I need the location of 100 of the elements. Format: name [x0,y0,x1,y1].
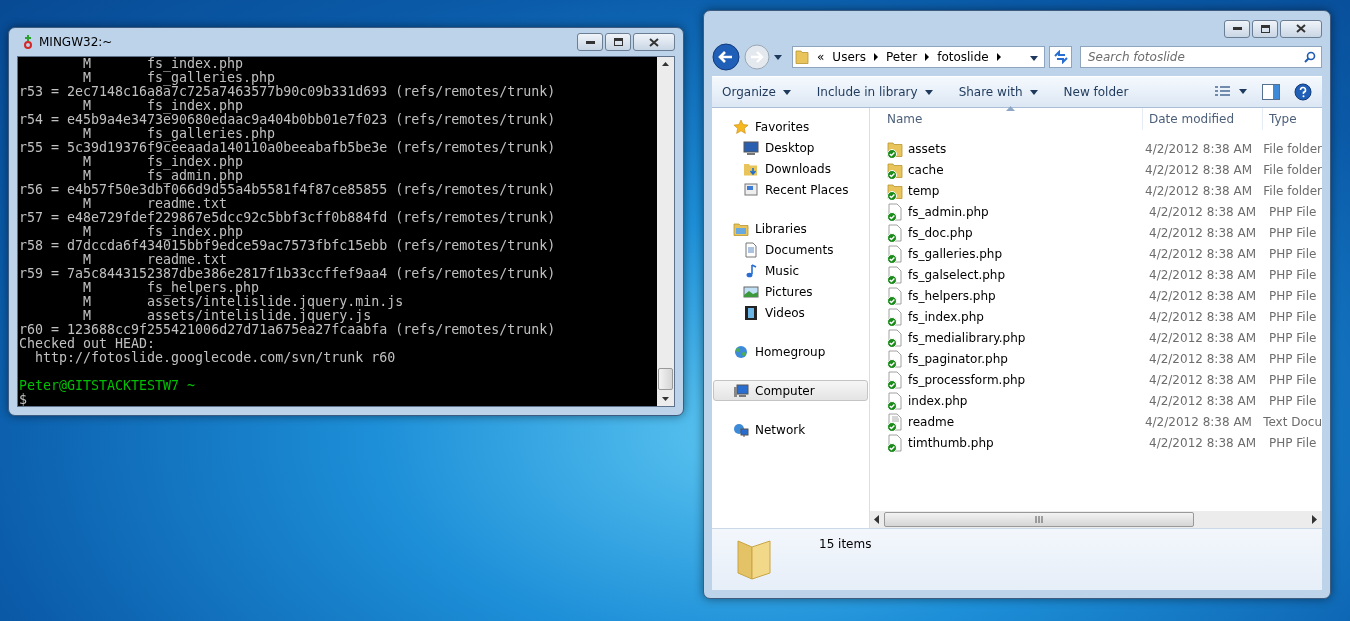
item-count: 15 items [819,537,872,553]
breadcrumb-overflow[interactable]: « [817,50,825,64]
status-letter: M [83,253,92,267]
document-icon [887,307,903,326]
date-modified: 4/2/2012 8:38 AM [1149,309,1257,324]
nav-item[interactable]: Pictures [713,281,868,302]
search-icon [1304,51,1316,63]
nav-item[interactable]: Network [713,419,868,440]
toolbar-button[interactable]: New folder [1063,85,1129,99]
file-row[interactable]: fs_galselect.php 4/2/2012 8:38 AM PHP File [870,264,1322,285]
file-row[interactable]: index.php 4/2/2012 8:38 AM PHP File [870,390,1322,411]
status-letter: M [83,281,92,295]
close-button[interactable] [633,33,675,51]
minimize-button[interactable] [577,33,603,51]
minimize-icon [585,40,595,44]
refresh-button[interactable] [1049,46,1072,68]
file-row[interactable]: fs_galleries.php 4/2/2012 8:38 AM PHP File [870,243,1322,264]
document-icon [887,202,903,221]
vertical-scrollbar[interactable] [657,57,674,406]
globe-people-icon [733,343,749,360]
file-type: PHP File [1269,351,1317,366]
toolbar-button[interactable]: Share with [958,85,1038,99]
file-row[interactable]: cache 4/2/2012 8:38 AM File folder [870,159,1322,180]
file-row[interactable]: fs_index.php 4/2/2012 8:38 AM PHP File [870,306,1322,327]
file-name: fs_admin.php [908,204,989,219]
date-modified: 4/2/2012 8:38 AM [1149,225,1257,240]
chevron-icon [873,53,878,61]
file-type: PHP File [1269,372,1317,387]
scroll-right-icon[interactable] [1312,515,1318,524]
output-line: r53 = 2ec7148c16a8a7c725a7463577b90c09b331d693 (refs/remotes/trunk) [19,85,556,99]
file-row[interactable]: assets 4/2/2012 8:38 AM File folder [870,138,1322,159]
column-header[interactable]: Type [1262,108,1322,130]
status-letter: M [83,99,91,113]
document-icon [887,244,903,263]
toolbar-button[interactable]: Organize [722,85,791,99]
history-dropdown[interactable] [774,54,782,60]
nav-item[interactable]: Libraries [713,218,868,239]
file-path: fs_index.php [147,155,244,169]
date-modified: 4/2/2012 8:38 AM [1149,351,1257,366]
chevron-icon [996,53,1001,61]
file-row[interactable]: fs_helpers.php 4/2/2012 8:38 AM PHP File [870,285,1322,306]
file-row[interactable]: fs_doc.php 4/2/2012 8:38 AM PHP File [870,222,1322,243]
folder-icon [795,49,809,65]
star-icon [733,118,749,135]
file-row[interactable]: temp 4/2/2012 8:38 AM File folder [870,180,1322,201]
date-modified: 4/2/2012 8:38 AM [1144,414,1252,429]
help-button[interactable] [1294,83,1312,101]
picture-icon [743,283,759,300]
status-letter: M [83,309,91,323]
status-letter: M [83,295,92,309]
caret-icon [1030,56,1039,61]
file-path: assets/intelislide.jquery.js [147,309,372,323]
nav-item[interactable]: Homegroup [713,341,868,362]
nav-item[interactable]: Music [713,260,868,281]
file-row[interactable]: fs_processform.php 4/2/2012 8:38 AM PHP File [870,369,1322,390]
nav-item[interactable]: Desktop [713,137,868,158]
breadcrumb-item[interactable]: fotoslide [937,50,989,64]
maximize-button[interactable] [1252,19,1278,38]
file-path: fs_index.php [147,99,244,113]
status-letter: M [83,197,92,211]
file-row[interactable]: fs_admin.php 4/2/2012 8:38 AM PHP File [870,201,1322,222]
column-header[interactable]: Date modified [1142,108,1262,130]
breadcrumb-item[interactable]: Peter [885,50,918,64]
horizontal-scrollbar[interactable] [870,511,1322,528]
back-button[interactable] [712,43,740,71]
column-header[interactable]: Name [870,108,1142,130]
status-letter: M [83,225,91,239]
close-button[interactable] [1280,19,1322,38]
file-row[interactable]: fs_paginator.php 4/2/2012 8:38 AM PHP File [870,348,1322,369]
date-modified: 4/2/2012 8:38 AM [1149,372,1257,387]
date-modified: 4/2/2012 8:38 AM [1149,267,1257,282]
output-line: r56 = e4b57f50e3dbf066d9d55a4b5581f4f87ce85855 (refs/remotes/trunk) [19,183,556,197]
search-field[interactable]: Search fotoslide [1080,46,1322,68]
file-path: fs_galleries.php [147,127,276,141]
preview-pane-button[interactable] [1262,84,1280,100]
scroll-left-icon[interactable] [874,515,880,524]
file-type: File folder [1263,183,1322,198]
nav-item[interactable]: Downloads [713,158,868,179]
scroll-thumb[interactable] [658,368,673,390]
nav-item[interactable]: Computer [713,380,868,401]
file-row[interactable]: fs_medialibrary.php 4/2/2012 8:38 AM PHP File [870,327,1322,348]
breadcrumb-item[interactable]: Users [832,50,866,64]
nav-item[interactable]: Favorites [713,116,868,137]
maximize-button[interactable] [605,33,631,51]
document-icon [887,370,903,389]
nav-item[interactable]: Videos [713,302,868,323]
monitor-icon [743,139,759,156]
prompt-path: ~ [187,379,196,393]
nav-item[interactable]: Documents [713,239,868,260]
minimize-button[interactable] [1224,19,1250,38]
file-name: assets [908,141,947,156]
view-options-button[interactable] [1214,86,1248,98]
status-letter: M [83,57,92,71]
toolbar-button[interactable]: Include in library [816,85,933,99]
address-bar[interactable]: « Users Peter fotoslide [792,46,1046,68]
file-row[interactable]: timthumb.php 4/2/2012 8:38 AM PHP File [870,432,1322,453]
nav-item[interactable]: Recent Places [713,179,868,200]
file-row[interactable]: readme 4/2/2012 8:38 AM Text Docu [870,411,1322,432]
text-document-icon [887,412,903,431]
file-path: fs_galleries.php [147,71,276,85]
